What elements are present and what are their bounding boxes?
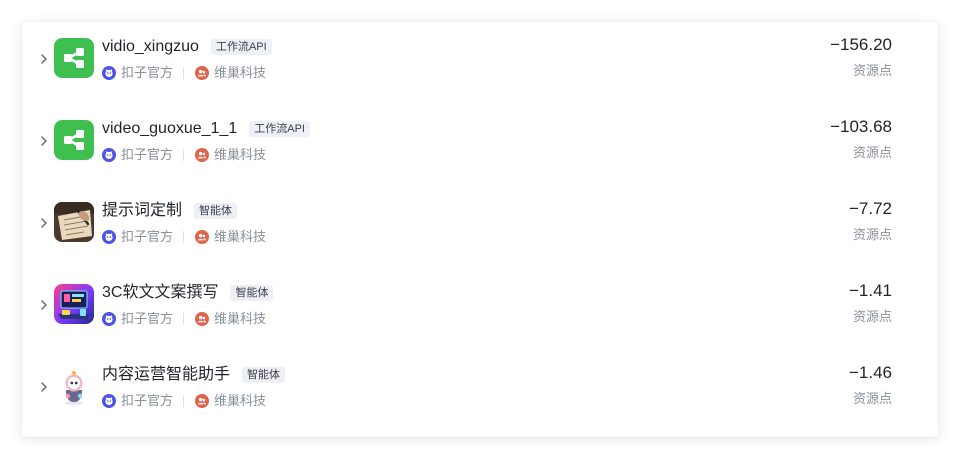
divider [183, 313, 185, 325]
meta-line: 扣子官方 维巢科技 [102, 392, 266, 410]
usage-row[interactable]: vidio_xingzuo 工作流API 扣子官方 维巢科技 −156.20 资… [22, 22, 938, 104]
team-icon [195, 312, 210, 326]
meta-line: 扣子官方 维巢科技 [102, 228, 266, 246]
author-name: 扣子官方 [121, 393, 174, 408]
team-icon [195, 66, 210, 80]
robot-mascot-icon [54, 366, 94, 406]
item-title: 3C软文文案撰写 [102, 284, 219, 301]
author-name: 扣子官方 [121, 65, 174, 80]
title-line: vidio_xingzuo 工作流API [102, 36, 272, 58]
resource-amount: −156.20 [830, 35, 892, 54]
3c-devices-icon [54, 284, 94, 324]
team-icon [195, 230, 210, 244]
handwriting-photo-icon [54, 202, 94, 242]
usage-row[interactable]: 内容运营智能助手 智能体 扣子官方 维巢科技 −1.46 资源点 [22, 350, 938, 432]
meta-line: 扣子官方 维巢科技 [102, 310, 266, 328]
team-name: 维巢科技 [214, 311, 267, 326]
divider [183, 149, 185, 161]
title-line: 3C软文文案撰写 智能体 [102, 282, 274, 304]
official-author-icon [102, 394, 116, 408]
official-author-icon [102, 312, 116, 326]
type-tag: 智能体 [242, 367, 286, 383]
official-author-icon [102, 230, 116, 244]
title-line: 内容运营智能助手 智能体 [102, 364, 286, 386]
resource-amount: −103.68 [830, 117, 892, 136]
divider [183, 395, 185, 407]
team-icon [195, 394, 210, 408]
title-line: 提示词定制 智能体 [102, 200, 238, 222]
official-author-icon [102, 66, 116, 80]
chevron-right-icon[interactable] [38, 216, 50, 230]
divider [183, 231, 185, 243]
resource-amount: −7.72 [848, 199, 892, 218]
item-title: vidio_xingzuo [102, 38, 199, 55]
usage-detail-card: vidio_xingzuo 工作流API 扣子官方 维巢科技 −156.20 资… [22, 22, 938, 437]
type-tag: 工作流API [210, 39, 272, 55]
author-name: 扣子官方 [121, 229, 174, 244]
item-title: video_guoxue_1_1 [102, 120, 238, 137]
team-name: 维巢科技 [214, 229, 267, 244]
usage-row[interactable]: 提示词定制 智能体 扣子官方 维巢科技 −7.72 资源点 [22, 186, 938, 268]
divider [183, 67, 185, 79]
official-author-icon [102, 148, 116, 162]
type-tag: 智能体 [194, 203, 238, 219]
resource-unit: 资源点 [852, 227, 892, 242]
author-name: 扣子官方 [121, 311, 174, 326]
resource-amount: −1.41 [848, 281, 892, 300]
author-name: 扣子官方 [121, 147, 174, 162]
usage-row[interactable]: 3C软文文案撰写 智能体 扣子官方 维巢科技 −1.41 资源点 [22, 268, 938, 350]
meta-line: 扣子官方 维巢科技 [102, 146, 266, 164]
chevron-right-icon[interactable] [38, 298, 50, 312]
type-tag: 工作流API [249, 121, 310, 137]
resource-unit: 资源点 [852, 309, 892, 324]
resource-unit: 资源点 [852, 391, 892, 406]
chevron-right-icon[interactable] [38, 52, 50, 66]
team-icon [195, 148, 210, 162]
item-title: 内容运营智能助手 [102, 366, 231, 383]
item-title: 提示词定制 [102, 202, 183, 219]
meta-line: 扣子官方 维巢科技 [102, 64, 266, 82]
title-line: video_guoxue_1_1 工作流API [102, 118, 310, 140]
resource-unit: 资源点 [852, 63, 892, 78]
type-tag: 智能体 [230, 285, 274, 301]
resource-unit: 资源点 [852, 145, 892, 160]
workflow-icon [54, 120, 94, 160]
usage-row[interactable]: video_guoxue_1_1 工作流API 扣子官方 维巢科技 −103.6… [22, 104, 938, 186]
chevron-right-icon[interactable] [38, 380, 50, 394]
team-name: 维巢科技 [214, 147, 267, 162]
chevron-right-icon[interactable] [38, 134, 50, 148]
team-name: 维巢科技 [214, 393, 267, 408]
resource-amount: −1.46 [848, 363, 892, 382]
team-name: 维巢科技 [214, 65, 267, 80]
workflow-icon [54, 38, 94, 78]
